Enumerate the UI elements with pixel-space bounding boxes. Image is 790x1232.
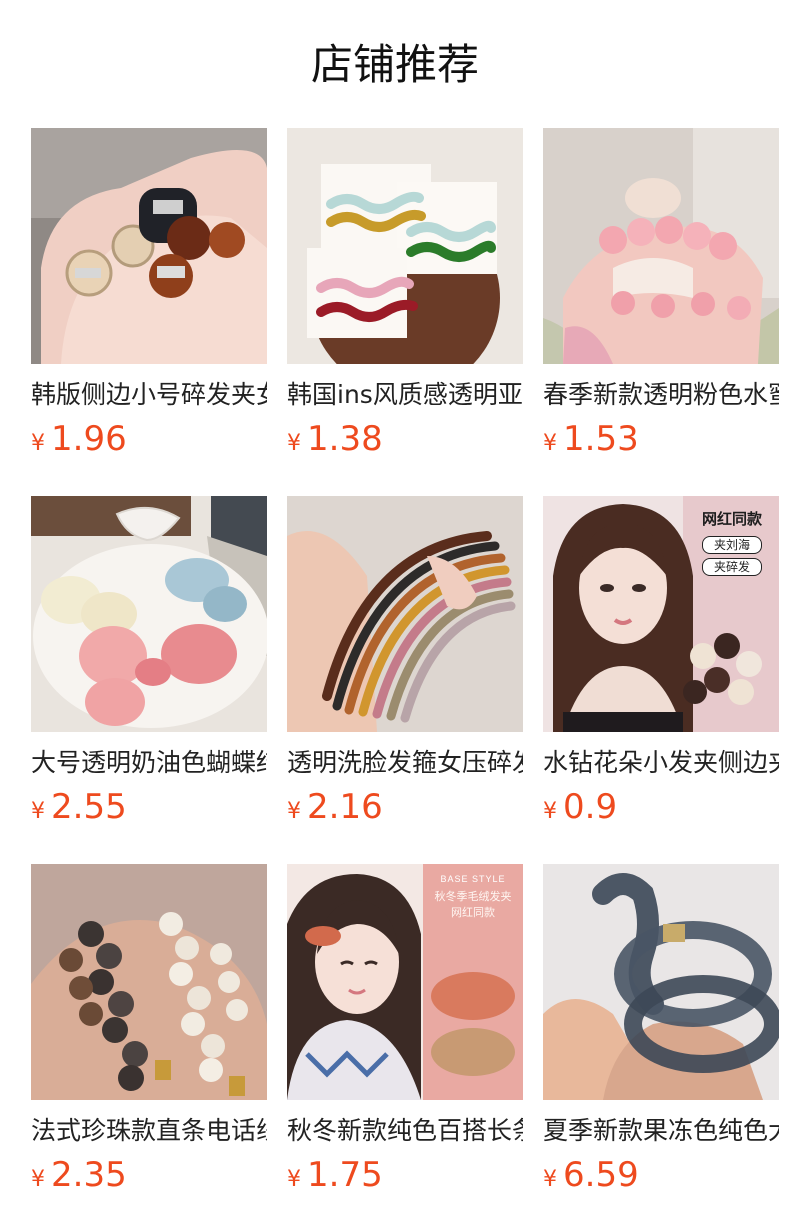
product-price: ¥2.35 [31, 1152, 267, 1198]
currency-symbol: ¥ [31, 799, 45, 824]
currency-symbol: ¥ [287, 431, 301, 456]
banner-label: 秋冬季毛绒发夹 [434, 891, 512, 903]
product-card[interactable]: 夏季新款果冻色纯色大号 ¥6.59 [543, 864, 779, 1232]
price-value: 1.96 [51, 419, 127, 459]
product-card[interactable]: 网红同款 夹刘海 夹碎发 水钻花朵小发夹侧边夹 ¥0.9 [543, 496, 779, 864]
price-value: 0.9 [563, 787, 618, 827]
product-price: ¥1.53 [543, 416, 779, 462]
currency-symbol: ¥ [543, 799, 557, 824]
product-name[interactable]: 秋冬新款纯色百搭长条 [287, 1114, 523, 1148]
currency-symbol: ¥ [543, 1167, 557, 1192]
price-value: 1.38 [307, 419, 383, 459]
product-price: ¥2.55 [31, 784, 267, 830]
product-name[interactable]: 水钻花朵小发夹侧边夹 [543, 746, 779, 780]
price-value: 2.35 [51, 1155, 127, 1195]
product-image[interactable] [543, 128, 779, 364]
product-image[interactable]: BASE STYLE 秋冬季毛绒发夹 网红同款 [287, 864, 523, 1100]
product-name[interactable]: 春季新款透明粉色水蜜桃 [543, 378, 779, 412]
currency-symbol: ¥ [31, 431, 45, 456]
product-image[interactable] [543, 864, 779, 1100]
product-image[interactable] [31, 496, 267, 732]
product-price: ¥2.16 [287, 784, 523, 830]
product-card[interactable]: 韩国ins风质感透明亚克力 ¥1.38 [287, 128, 523, 496]
price-value: 1.75 [307, 1155, 383, 1195]
product-price: ¥0.9 [543, 784, 779, 830]
product-image[interactable] [287, 496, 523, 732]
product-card[interactable]: 透明洗脸发箍女压碎发 ¥2.16 [287, 496, 523, 864]
banner-label: BASE STYLE [440, 874, 506, 884]
currency-symbol: ¥ [287, 1167, 301, 1192]
price-value: 2.55 [51, 787, 127, 827]
currency-symbol: ¥ [31, 1167, 45, 1192]
currency-symbol: ¥ [543, 431, 557, 456]
product-card[interactable]: BASE STYLE 秋冬季毛绒发夹 网红同款 秋冬新款纯色百搭长条 ¥1.75 [287, 864, 523, 1232]
product-price: ¥1.38 [287, 416, 523, 462]
product-name[interactable]: 透明洗脸发箍女压碎发 [287, 746, 523, 780]
product-image[interactable]: 网红同款 夹刘海 夹碎发 [543, 496, 779, 732]
product-name[interactable]: 韩国ins风质感透明亚克力 [287, 378, 523, 412]
product-card[interactable]: 法式珍珠款直条电话线 ¥2.35 [31, 864, 267, 1232]
product-card[interactable]: 春季新款透明粉色水蜜桃 ¥1.53 [543, 128, 779, 496]
price-value: 6.59 [563, 1155, 639, 1195]
product-image[interactable] [31, 864, 267, 1100]
page-title: 店铺推荐 [310, 40, 479, 89]
price-value: 2.16 [307, 787, 383, 827]
product-name[interactable]: 法式珍珠款直条电话线 [31, 1114, 267, 1148]
product-image[interactable] [31, 128, 267, 364]
product-card[interactable]: 韩版侧边小号碎发夹女 ¥1.96 [31, 128, 267, 496]
product-name[interactable]: 大号透明奶油色蝴蝶结抓夹 [31, 746, 267, 780]
product-price: ¥6.59 [543, 1152, 779, 1198]
product-name[interactable]: 韩版侧边小号碎发夹女 [31, 378, 267, 412]
product-card[interactable]: 大号透明奶油色蝴蝶结抓夹 ¥2.55 [31, 496, 267, 864]
product-image[interactable] [287, 128, 523, 364]
badge-tag: 夹刘海 [702, 536, 762, 554]
banner-label: 网红同款 [451, 907, 495, 919]
price-value: 1.53 [563, 419, 639, 459]
product-price: ¥1.75 [287, 1152, 523, 1198]
currency-symbol: ¥ [287, 799, 301, 824]
badge-tag: 夹碎发 [702, 558, 762, 576]
product-grid: 韩版侧边小号碎发夹女 ¥1.96 韩国ins风质感透明亚克力 ¥1.38 [31, 128, 779, 1232]
badge-title: 网红同款 [701, 511, 762, 528]
product-price: ¥1.96 [31, 416, 267, 462]
product-name[interactable]: 夏季新款果冻色纯色大号 [543, 1114, 779, 1148]
